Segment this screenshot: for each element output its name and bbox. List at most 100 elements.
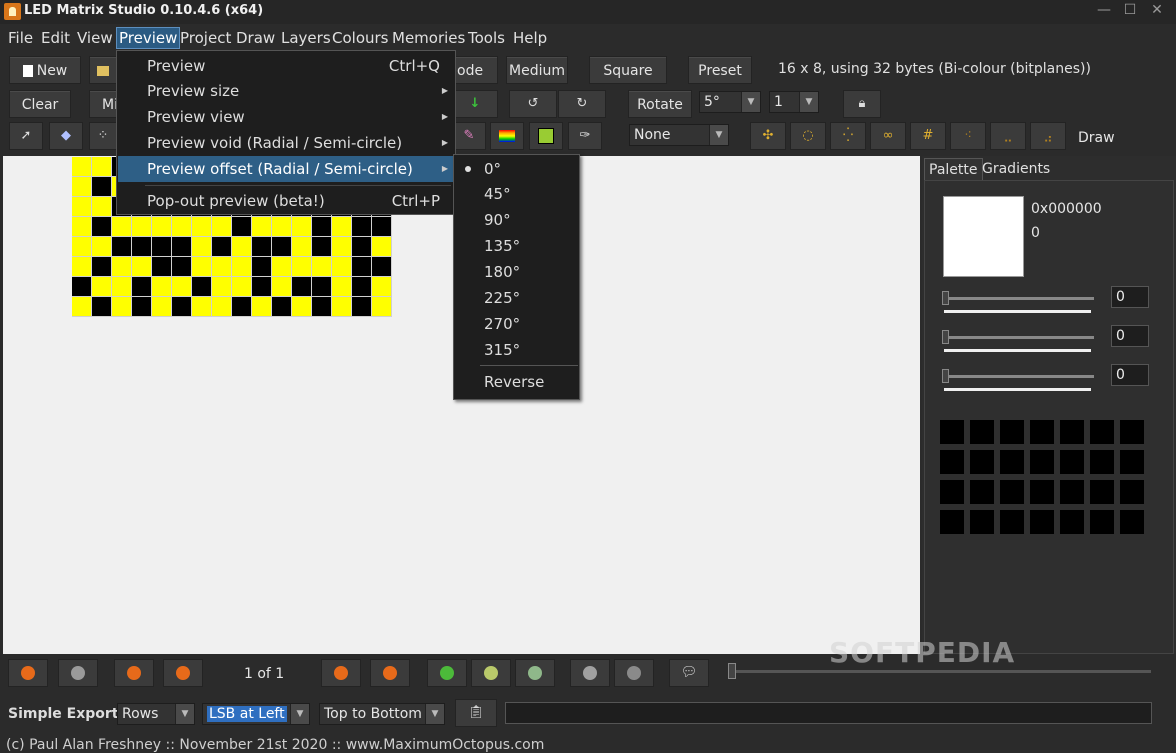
led-cell[interactable]: [152, 277, 172, 297]
led-cell[interactable]: [252, 297, 272, 317]
offset-270[interactable]: 270°: [484, 314, 520, 334]
ramp-button[interactable]: ⣠: [1030, 122, 1066, 150]
menu-edit[interactable]: Edit: [41, 27, 70, 49]
next-frame-button[interactable]: [321, 659, 361, 687]
palette-swatch[interactable]: [1090, 450, 1114, 474]
rows-select[interactable]: Rows ▼: [117, 703, 195, 725]
stairs-button[interactable]: ⣀: [990, 122, 1026, 150]
shift-down-button[interactable]: ↓: [452, 90, 498, 118]
led-cell[interactable]: [132, 297, 152, 317]
led-cell[interactable]: [352, 297, 372, 317]
colour-bars-button[interactable]: [490, 122, 524, 150]
copy-export-button[interactable]: 📋︎: [455, 699, 497, 727]
maximize-button[interactable]: ☐: [1117, 0, 1143, 20]
menu-colours[interactable]: Colours: [332, 27, 388, 49]
led-cell[interactable]: [232, 297, 252, 317]
minimize-button[interactable]: —: [1091, 0, 1117, 20]
led-cell[interactable]: [192, 237, 212, 257]
rotate-left-button[interactable]: ↺: [509, 90, 557, 118]
green-value[interactable]: 0: [1111, 325, 1149, 347]
palette-swatch[interactable]: [940, 420, 964, 444]
copy-frame-button[interactable]: [471, 659, 511, 687]
led-cell[interactable]: [292, 237, 312, 257]
led-cell[interactable]: [92, 237, 112, 257]
add-frames-button[interactable]: [515, 659, 555, 687]
led-cell[interactable]: [152, 297, 172, 317]
led-cell[interactable]: [272, 237, 292, 257]
tab-gradients[interactable]: Gradients: [978, 158, 1054, 180]
palette-swatch[interactable]: [1030, 510, 1054, 534]
led-cell[interactable]: [192, 257, 212, 277]
led-cell[interactable]: [312, 217, 332, 237]
led-cell[interactable]: [132, 237, 152, 257]
rotate-angle-select[interactable]: 5° ▼: [699, 91, 761, 113]
led-cell[interactable]: [332, 297, 352, 317]
led-cell[interactable]: [172, 217, 192, 237]
stop-button[interactable]: [58, 659, 98, 687]
lsb-select[interactable]: LSB at Left ▼: [202, 703, 310, 725]
led-cell[interactable]: [72, 157, 92, 177]
menu-item-popout-preview[interactable]: Pop-out preview (beta!) Ctrl+P: [118, 188, 454, 214]
led-cell[interactable]: [292, 257, 312, 277]
square-button[interactable]: Square: [589, 56, 667, 84]
open-button[interactable]: [89, 56, 117, 84]
palette-swatch[interactable]: [1060, 510, 1084, 534]
clear-button[interactable]: Clear: [9, 90, 71, 118]
random-fill-button[interactable]: [529, 122, 563, 150]
effect-select[interactable]: None ▼: [629, 124, 729, 146]
led-cell[interactable]: [212, 277, 232, 297]
led-cell[interactable]: [252, 237, 272, 257]
led-cell[interactable]: [112, 277, 132, 297]
led-cell[interactable]: [332, 237, 352, 257]
led-cell[interactable]: [192, 297, 212, 317]
menu-preview[interactable]: Preview: [116, 27, 181, 49]
spiral-button[interactable]: ✣: [750, 122, 786, 150]
circle-dots-button[interactable]: ◌: [790, 122, 826, 150]
led-cell[interactable]: [312, 237, 332, 257]
first-frame-button[interactable]: [114, 659, 154, 687]
menu-tools[interactable]: Tools: [468, 27, 505, 49]
led-cell[interactable]: [352, 277, 372, 297]
gradient-brush-button[interactable]: ✎: [452, 122, 486, 150]
palette-swatch[interactable]: [1120, 510, 1144, 534]
led-cell[interactable]: [272, 217, 292, 237]
menu-item-preview-void[interactable]: Preview void (Radial / Semi-circle) ▶: [118, 130, 454, 156]
led-cell[interactable]: [112, 257, 132, 277]
menu-item-preview-view[interactable]: Preview view ▶: [118, 104, 454, 130]
mirror-button[interactable]: Mi: [89, 90, 118, 118]
palette-swatch[interactable]: [1000, 450, 1024, 474]
offset-reverse[interactable]: Reverse: [484, 372, 544, 392]
menu-file[interactable]: File: [8, 27, 33, 49]
led-cell[interactable]: [212, 237, 232, 257]
menu-project[interactable]: Project: [180, 27, 231, 49]
led-cell[interactable]: [112, 237, 132, 257]
rotate-count-select[interactable]: 1 ▼: [769, 91, 819, 113]
led-cell[interactable]: [372, 237, 392, 257]
palette-swatch[interactable]: [1120, 420, 1144, 444]
palette-swatch[interactable]: [940, 510, 964, 534]
palette-swatch[interactable]: [1030, 420, 1054, 444]
led-cell[interactable]: [172, 297, 192, 317]
led-cell[interactable]: [132, 217, 152, 237]
add-frame-button[interactable]: [427, 659, 467, 687]
led-cell[interactable]: [72, 277, 92, 297]
delete-frame-button[interactable]: [570, 659, 610, 687]
menu-item-preview[interactable]: Preview Ctrl+Q: [118, 53, 454, 79]
led-cell[interactable]: [292, 217, 312, 237]
led-cell[interactable]: [152, 257, 172, 277]
led-cell[interactable]: [172, 237, 192, 257]
menu-memories[interactable]: Memories: [392, 27, 465, 49]
frame-slider[interactable]: [728, 663, 736, 679]
red-value[interactable]: 0: [1111, 286, 1149, 308]
palette-swatch[interactable]: [970, 480, 994, 504]
close-button[interactable]: ✕: [1144, 0, 1170, 20]
led-cell[interactable]: [352, 237, 372, 257]
freehand-tool-button[interactable]: ◆: [49, 122, 83, 150]
menu-item-preview-size[interactable]: Preview size ▶: [118, 78, 454, 104]
led-cell[interactable]: [72, 217, 92, 237]
palette-swatch[interactable]: [940, 480, 964, 504]
led-cell[interactable]: [92, 277, 112, 297]
colour-swatch[interactable]: [943, 196, 1024, 277]
previous-frame-button[interactable]: [163, 659, 203, 687]
menu-view[interactable]: View: [77, 27, 113, 49]
